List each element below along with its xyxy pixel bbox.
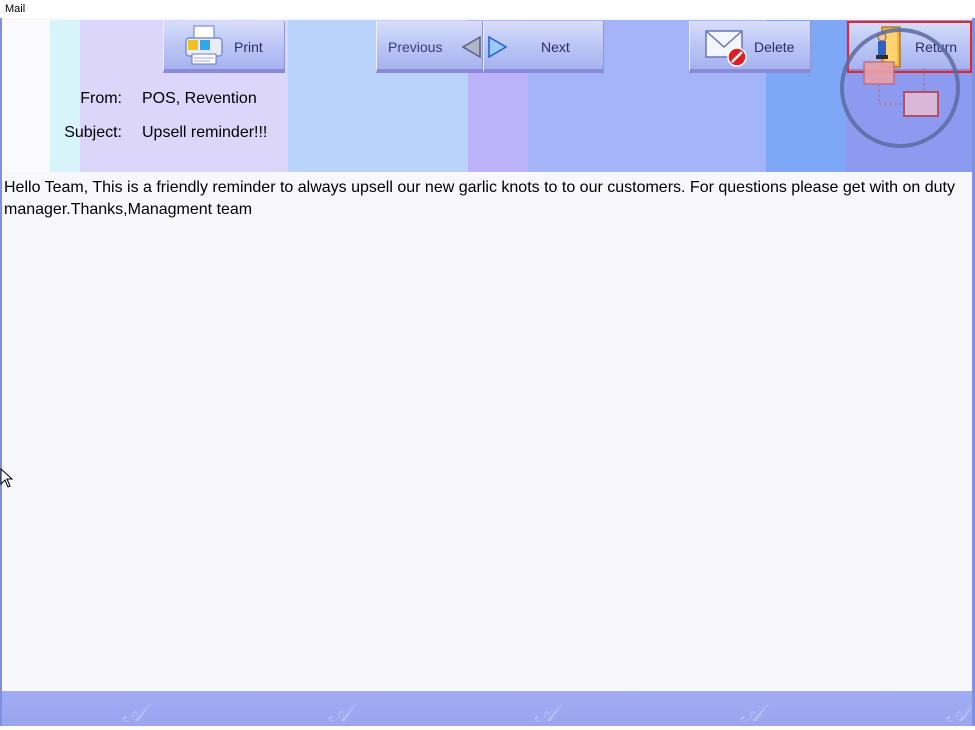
previous-button[interactable]: Previous <box>376 21 483 73</box>
next-label: Next <box>541 39 570 55</box>
mail-window: Mail Print Previous Next Delete Return F… <box>0 0 975 730</box>
delete-button[interactable]: Delete <box>689 21 811 73</box>
network-overlay-icon <box>840 28 960 148</box>
from-value: POS, Revention <box>142 90 257 107</box>
footer-bar: 𝒜 𝒜 𝒜 𝒜 𝒜 <box>2 691 972 726</box>
arrow-right-icon <box>488 35 508 59</box>
watermark-icon: 𝒜 <box>328 699 351 726</box>
mail-header: Print Previous Next Delete Return From: … <box>2 20 972 172</box>
delete-label: Delete <box>754 39 795 55</box>
window-title: Mail <box>0 0 975 18</box>
arrow-left-icon <box>461 35 481 59</box>
subject-value: Upsell reminder!!! <box>142 124 268 141</box>
watermark-icon: 𝒜 <box>534 699 557 726</box>
subject-label: Subject: <box>64 124 122 141</box>
printer-icon <box>185 25 223 65</box>
window-frame-bottom <box>0 726 975 730</box>
print-label: Print <box>234 39 263 55</box>
watermark-icon: 𝒜 <box>946 699 969 726</box>
message-body: Hello Team, This is a friendly reminder … <box>2 174 972 690</box>
watermark-icon: 𝒜 <box>122 699 145 726</box>
mail-delete-icon <box>705 30 747 67</box>
previous-label: Previous <box>388 39 443 55</box>
watermark-icon: 𝒜 <box>740 699 763 726</box>
print-button[interactable]: Print <box>163 21 285 73</box>
next-button[interactable]: Next <box>483 21 604 73</box>
mouse-cursor-icon <box>0 468 14 488</box>
from-label: From: <box>80 90 122 107</box>
